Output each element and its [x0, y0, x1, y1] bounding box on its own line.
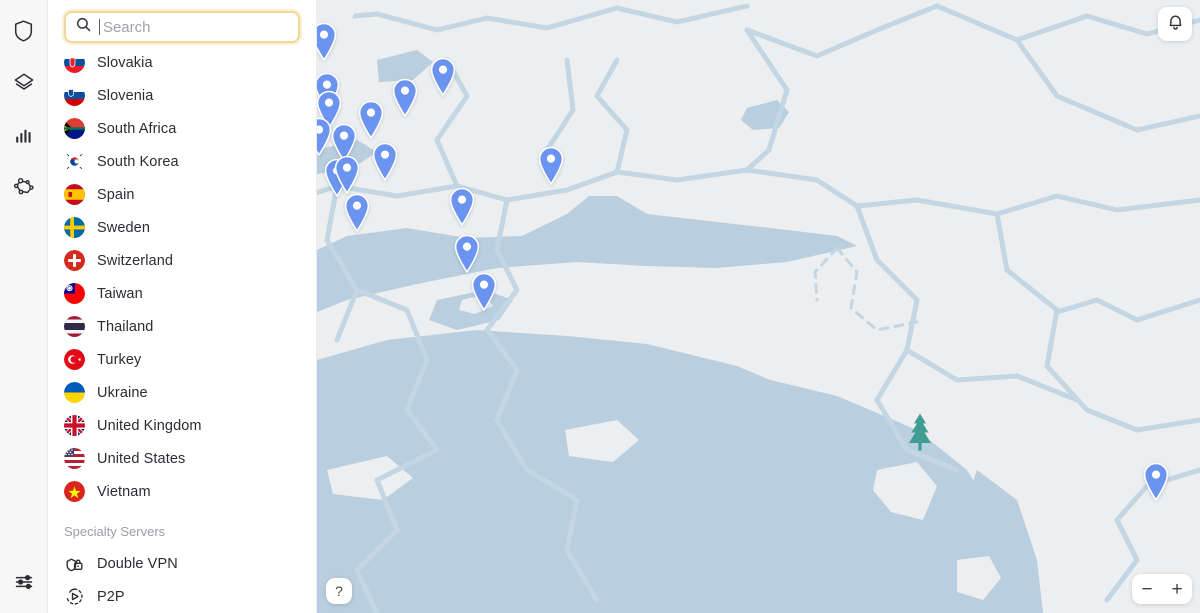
search-icon — [76, 17, 91, 37]
country-list-item[interactable]: Slovenia — [48, 79, 316, 112]
text-cursor — [99, 19, 100, 35]
country-name: Ukraine — [97, 384, 148, 401]
sidebar-item-vpn[interactable] — [7, 16, 41, 50]
sidebar-item-stats[interactable] — [7, 120, 41, 154]
map-location-pin[interactable] — [356, 100, 386, 140]
country-list-item[interactable]: Ukraine — [48, 376, 316, 409]
map-location-pin[interactable] — [536, 146, 566, 186]
zoom-controls: − + — [1132, 574, 1192, 604]
specialty-servers-heading: Specialty Servers — [64, 524, 166, 539]
country-list-item[interactable]: Turkey — [48, 343, 316, 376]
map-location-pin[interactable] — [390, 78, 420, 118]
country-name: Switzerland — [97, 252, 174, 269]
country-list-item[interactable]: Taiwan — [48, 277, 316, 310]
country-rows: Slovakia Slovenia South Africa South Korea S… — [48, 46, 316, 508]
icon-rail — [0, 0, 48, 613]
flag-icon-se — [64, 217, 85, 238]
zoom-in-button[interactable]: + — [1162, 574, 1192, 604]
country-list-item[interactable]: South Africa — [48, 112, 316, 145]
bell-icon — [1167, 13, 1184, 36]
country-list-item[interactable]: Vietnam — [48, 475, 316, 508]
layers-icon — [13, 72, 35, 99]
network-nodes-icon — [13, 176, 35, 203]
country-name: Slovakia — [97, 54, 153, 71]
flag-icon-us — [64, 448, 85, 469]
country-list-item[interactable]: United Kingdom — [48, 409, 316, 442]
specialty-label: P2P — [97, 588, 125, 605]
map-location-pin[interactable] — [317, 22, 339, 62]
world-map[interactable]: ? − + — [317, 0, 1200, 613]
icon-rail-bottom-group — [0, 567, 48, 601]
map-location-pin[interactable] — [469, 272, 499, 312]
flag-icon-tw — [64, 283, 85, 304]
country-list-item[interactable]: Sweden — [48, 211, 316, 244]
country-name: United States — [97, 450, 186, 467]
search-bar-container — [48, 0, 316, 54]
country-name: Vietnam — [97, 483, 151, 500]
flag-icon-si — [64, 85, 85, 106]
flag-icon-ch — [64, 250, 85, 271]
sidebar-item-settings[interactable] — [7, 567, 41, 601]
shield-icon — [14, 19, 33, 47]
help-button[interactable]: ? — [326, 578, 352, 604]
double-vpn-lock-icon — [64, 553, 85, 574]
flag-icon-es — [64, 184, 85, 205]
country-name: Sweden — [97, 219, 150, 236]
country-list-item[interactable]: United States — [48, 442, 316, 475]
specialty-rows: Double VPN P2P — [48, 547, 316, 613]
flag-icon-th — [64, 316, 85, 337]
flag-icon-kr — [64, 151, 85, 172]
flag-icon-sk — [64, 52, 85, 73]
map-location-pin[interactable] — [332, 155, 362, 195]
country-list-item[interactable]: Spain — [48, 178, 316, 211]
sidebar-item-network[interactable] — [7, 172, 41, 206]
country-name: Spain — [97, 186, 135, 203]
country-name: South Korea — [97, 153, 179, 170]
map-location-pin[interactable] — [342, 193, 372, 233]
p2p-circular-icon — [64, 586, 85, 607]
country-list-item[interactable]: Thailand — [48, 310, 316, 343]
country-name: Thailand — [97, 318, 154, 335]
country-list-item[interactable]: South Korea — [48, 145, 316, 178]
zoom-out-button[interactable]: − — [1132, 574, 1162, 604]
pine-tree-icon[interactable] — [907, 412, 933, 457]
flag-icon-za — [64, 118, 85, 139]
country-name: United Kingdom — [97, 417, 202, 434]
flag-icon-tr — [64, 349, 85, 370]
map-location-pin[interactable] — [452, 234, 482, 274]
specialty-label: Double VPN — [97, 555, 178, 572]
flag-icon-vn — [64, 481, 85, 502]
country-name: South Africa — [97, 120, 177, 137]
country-list-item[interactable]: Switzerland — [48, 244, 316, 277]
map-location-pin[interactable] — [447, 187, 477, 227]
country-list[interactable]: Slovakia Slovenia South Africa South Korea S… — [48, 44, 316, 613]
country-name: Taiwan — [97, 285, 143, 302]
search-box[interactable] — [64, 11, 300, 43]
flag-icon-ua — [64, 382, 85, 403]
bar-chart-icon — [14, 125, 34, 150]
sidebar-item-meshnet[interactable] — [7, 68, 41, 102]
flag-icon-gb — [64, 415, 85, 436]
specialty-server-item[interactable]: P2P — [48, 580, 316, 613]
map-location-pin[interactable] — [370, 142, 400, 182]
specialty-server-item[interactable]: Double VPN — [48, 547, 316, 580]
search-input[interactable] — [102, 18, 288, 36]
sliders-icon — [14, 572, 34, 597]
map-location-pin[interactable] — [1141, 462, 1171, 502]
icon-rail-top-group — [7, 0, 41, 206]
map-location-pin[interactable] — [428, 57, 458, 97]
country-name: Turkey — [97, 351, 142, 368]
country-sidebar: Slovakia Slovenia South Africa South Korea S… — [48, 0, 317, 613]
country-name: Slovenia — [97, 87, 154, 104]
notifications-button[interactable] — [1158, 7, 1192, 41]
